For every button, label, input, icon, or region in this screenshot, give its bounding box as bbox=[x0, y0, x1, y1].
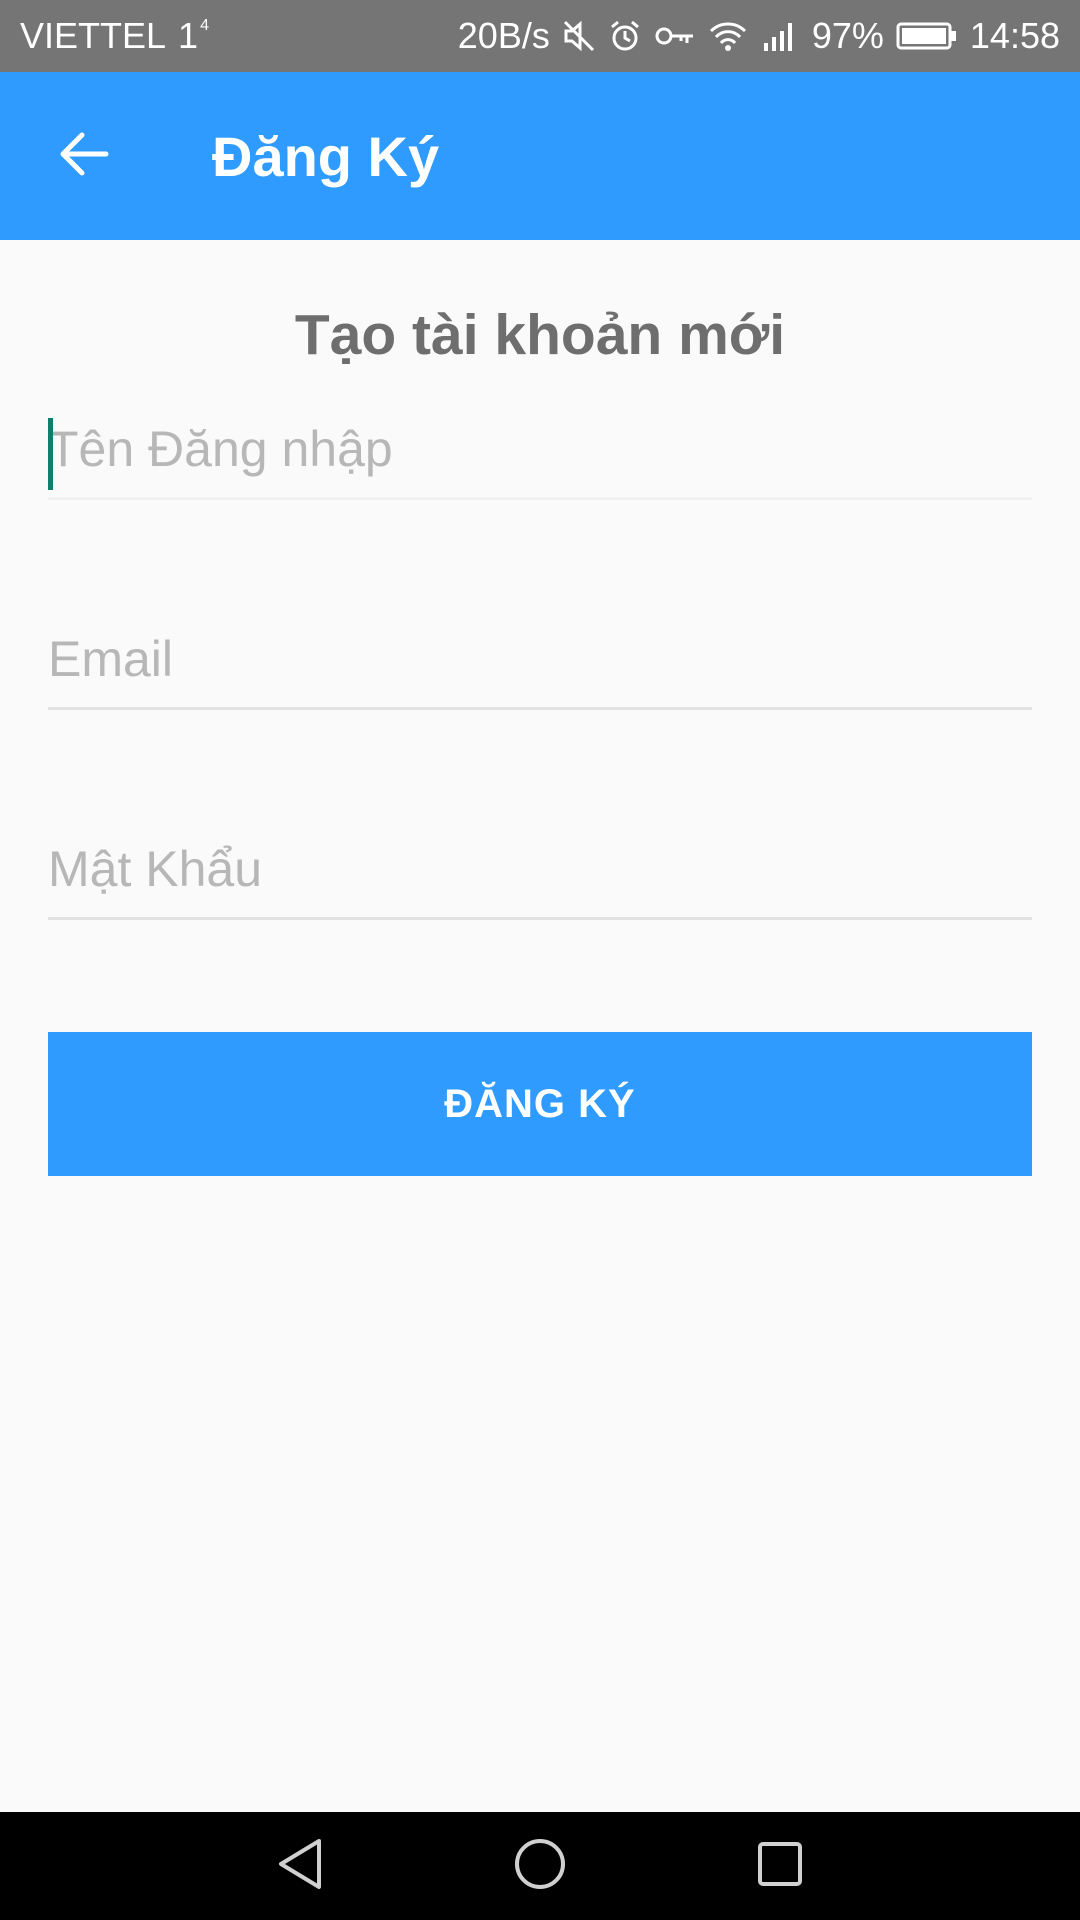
back-button[interactable] bbox=[36, 108, 132, 204]
nav-recents-icon bbox=[756, 1840, 804, 1893]
nav-home-button[interactable] bbox=[508, 1834, 572, 1898]
password-field-container bbox=[48, 820, 1032, 920]
username-input[interactable] bbox=[48, 419, 1032, 478]
wifi-icon bbox=[708, 16, 748, 56]
nav-back-button[interactable] bbox=[268, 1834, 332, 1898]
nav-home-icon bbox=[513, 1837, 567, 1896]
carrier-sup: 4 bbox=[200, 17, 209, 34]
mute-icon bbox=[562, 16, 596, 56]
email-input[interactable] bbox=[48, 629, 1032, 688]
register-form: Tạo tài khoản mới ĐĂNG KÝ bbox=[0, 240, 1080, 1812]
vpn-key-icon bbox=[654, 16, 696, 56]
system-nav-bar bbox=[0, 1812, 1080, 1920]
battery-icon bbox=[896, 16, 958, 56]
clock: 14:58 bbox=[969, 15, 1060, 56]
text-cursor bbox=[48, 418, 53, 490]
signal-icon bbox=[760, 16, 800, 56]
carrier-info: VIETTEL 1 4 bbox=[20, 15, 209, 57]
form-heading: Tạo tài khoản mới bbox=[294, 303, 786, 367]
email-field-container bbox=[48, 610, 1032, 710]
battery-percent: 97% bbox=[811, 15, 884, 56]
status-bar: VIETTEL 1 4 20B/s 97% 14:58 bbox=[0, 0, 1080, 72]
nav-recents-button[interactable] bbox=[748, 1834, 812, 1898]
status-indicators: 20B/s 97% 14:58 bbox=[458, 15, 1060, 57]
app-bar: Đăng Ký bbox=[0, 72, 1080, 240]
register-button[interactable]: ĐĂNG KÝ bbox=[48, 1032, 1032, 1176]
alarm-icon bbox=[608, 16, 642, 56]
arrow-left-icon bbox=[58, 130, 110, 183]
carrier-signal: 1 bbox=[178, 15, 199, 56]
username-field-container bbox=[48, 400, 1032, 500]
password-input[interactable] bbox=[48, 839, 1032, 898]
nav-back-icon bbox=[275, 1837, 325, 1896]
net-speed: 20B/s bbox=[457, 15, 550, 56]
app-title: Đăng Ký bbox=[212, 124, 440, 188]
carrier-name: VIETTEL bbox=[20, 15, 167, 56]
